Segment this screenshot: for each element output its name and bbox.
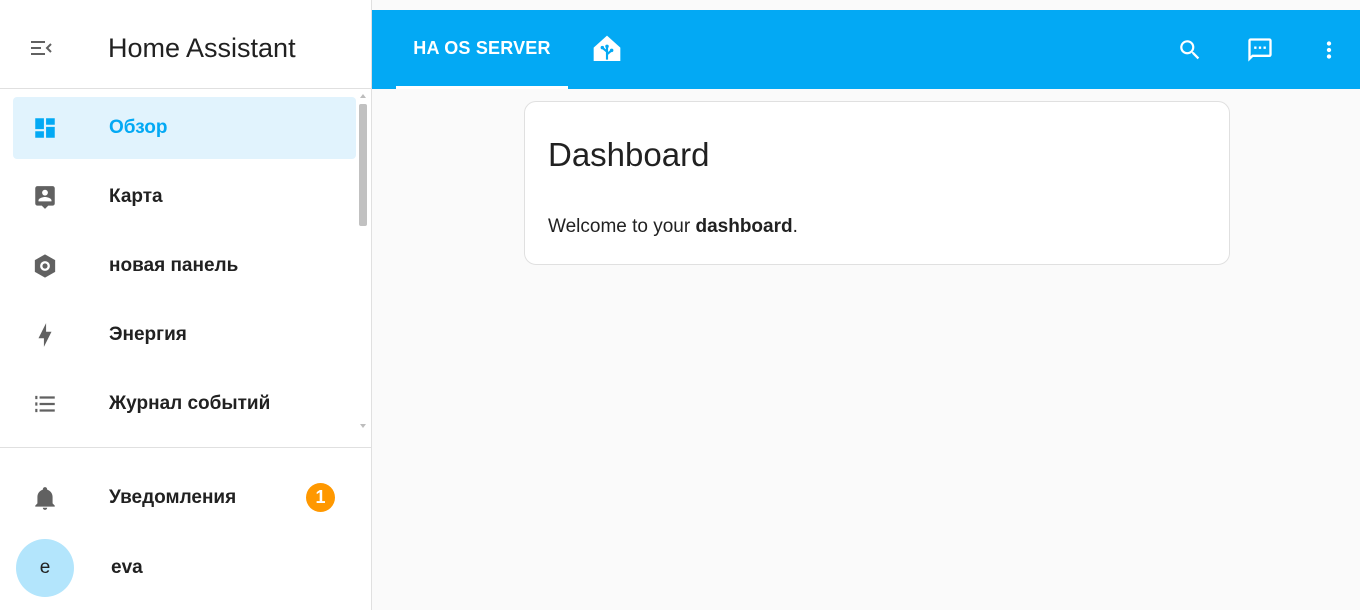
notification-badge: 1 <box>306 483 335 512</box>
search-button[interactable] <box>1168 28 1212 72</box>
sidebar-item-label: Уведомления <box>109 487 237 508</box>
avatar: e <box>16 539 74 597</box>
sidebar-item-label: Журнал событий <box>109 393 271 414</box>
map-account-icon <box>31 183 59 211</box>
card-text: Welcome to your dashboard. <box>548 216 798 238</box>
sidebar-item-notifications[interactable]: Уведомления 1 <box>13 468 356 528</box>
sidebar-item-map[interactable]: Карта <box>13 166 356 228</box>
format-list-icon <box>31 390 59 418</box>
sidebar-item-new-panel[interactable]: новая панель <box>13 235 356 297</box>
sidebar-item-label: Обзор <box>109 117 168 138</box>
sidebar-item-label: Карта <box>109 186 163 207</box>
scroll-up-arrow-icon[interactable] <box>360 94 366 98</box>
sidebar-item-logbook[interactable]: Журнал событий <box>13 373 356 435</box>
sidebar-item-profile[interactable]: e eva <box>13 538 356 598</box>
card-title: Dashboard <box>548 136 710 173</box>
bell-icon <box>31 484 59 512</box>
nav-list: Обзор Карта новая панель Энергия Журнал … <box>0 97 356 442</box>
card-text-suffix: . <box>792 216 798 237</box>
menu-collapse-button[interactable] <box>24 30 60 66</box>
sidebar-item-overview[interactable]: Обзор <box>13 97 356 159</box>
scroll-down-arrow-icon[interactable] <box>360 424 366 428</box>
more-vert-icon <box>1326 41 1332 59</box>
card-text-bold: dashboard <box>695 216 793 237</box>
assist-chat-icon <box>1248 38 1272 62</box>
assist-button[interactable] <box>1238 28 1282 72</box>
user-name: eva <box>111 557 143 578</box>
lightning-bolt-icon <box>31 321 59 349</box>
app-title: Home Assistant <box>108 32 296 63</box>
menu-collapse-icon <box>31 41 52 55</box>
sidebar-item-energy[interactable]: Энергия <box>13 304 356 366</box>
top-app-bar: HA OS SERVER <box>372 10 1360 89</box>
more-options-button[interactable] <box>1307 28 1351 72</box>
sidebar-scrollbar[interactable] <box>357 92 369 432</box>
search-icon <box>1180 40 1200 60</box>
cog-icon <box>31 252 59 280</box>
tab-home-assistant-logo[interactable] <box>586 28 628 70</box>
tab-ha-os-server[interactable]: HA OS SERVER <box>396 10 568 89</box>
home-assistant-logo-icon <box>593 35 621 61</box>
sidebar-item-label: новая панель <box>109 255 239 276</box>
view-dashboard-icon <box>31 114 59 142</box>
sidebar-header: Home Assistant <box>0 0 371 89</box>
sidebar: Home Assistant Обзор Карта новая панель … <box>0 0 372 610</box>
scroll-thumb[interactable] <box>359 104 367 226</box>
sidebar-divider <box>0 447 371 448</box>
sidebar-item-label: Энергия <box>109 324 187 345</box>
card-text-prefix: Welcome to your <box>548 216 696 237</box>
dashboard-card: Dashboard Welcome to your dashboard. <box>524 101 1230 265</box>
